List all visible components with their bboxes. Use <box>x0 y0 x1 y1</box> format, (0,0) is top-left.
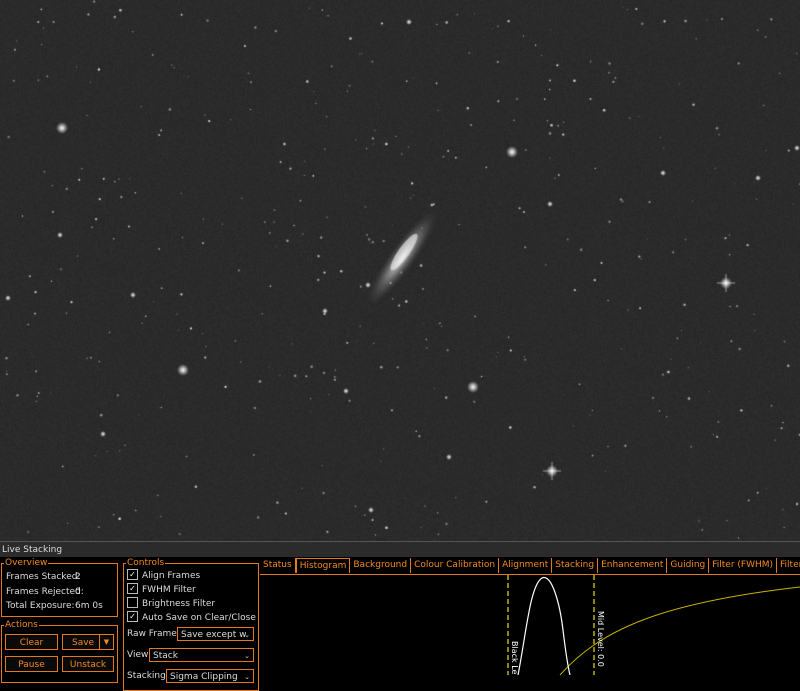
raw-frames-label: Raw Frames <box>127 629 182 639</box>
live-stack-image[interactable] <box>0 0 800 541</box>
fwhm-filter-checkbox[interactable]: ✓ FWHM Filter <box>127 583 196 596</box>
align-frames-check-icon: ✓ <box>127 569 138 580</box>
brightness-filter-checkbox[interactable]: Brightness Filter <box>127 597 216 610</box>
tab-colour-calibration[interactable]: Colour Calibration <box>411 558 500 573</box>
histogram-view[interactable]: Black Le Mid Level: 0.0 <box>260 574 800 675</box>
overview-legend: Overview <box>5 558 48 568</box>
view-label: View <box>127 650 149 660</box>
total-exposure-value: 6m 0s <box>75 601 103 611</box>
view-select[interactable]: Stack ⌄ <box>149 648 254 662</box>
histogram-plot: Black Le Mid Level: 0.0 <box>507 575 800 675</box>
fwhm-filter-check-icon: ✓ <box>127 583 138 594</box>
tab-enhancement[interactable]: Enhancement <box>598 558 668 573</box>
tab-background[interactable]: Background <box>350 558 412 573</box>
chevron-down-icon: ⌄ <box>244 631 250 639</box>
frames-stacked-row: Frames Stacked: 2 <box>6 572 81 582</box>
frames-rejected-label: Frames Rejected: <box>6 587 84 597</box>
tab-status[interactable]: Status <box>260 558 296 573</box>
tab-guiding[interactable]: Guiding <box>667 558 710 573</box>
fwhm-filter-label: FWHM Filter <box>142 585 196 595</box>
frames-rejected-value: 0 <box>75 587 81 597</box>
auto-save-checkbox[interactable]: ✓ Auto Save on Clear/Close <box>127 611 256 624</box>
tab-histogram[interactable]: Histogram <box>295 558 351 573</box>
raw-frames-value: Save except w <box>181 630 247 640</box>
tab-filter-fwhm[interactable]: Filter (FWHM) <box>709 558 778 573</box>
clear-button[interactable]: Clear <box>5 634 58 650</box>
stacking-label: Stacking <box>127 671 166 681</box>
chevron-down-icon: ⌄ <box>244 673 250 681</box>
auto-save-label: Auto Save on Clear/Close <box>142 613 256 623</box>
raw-frames-select[interactable]: Save except w ⌄ <box>177 627 254 641</box>
controls-legend: Controls <box>127 558 165 568</box>
mid-level-label: Mid Level: 0.0 <box>596 611 605 667</box>
save-dropdown-icon[interactable]: ▼ <box>99 635 113 649</box>
view-value: Stack <box>153 651 178 661</box>
histogram-curve <box>517 577 571 675</box>
brightness-filter-label: Brightness Filter <box>142 599 216 609</box>
tab-filter-brightness[interactable]: Filter (Brightness) <box>777 558 800 573</box>
live-stacking-panel: Live Stacking Overview Frames Stacked: 2… <box>0 541 800 691</box>
stacking-select[interactable]: Sigma Clipping ⌄ <box>166 669 254 683</box>
align-frames-label: Align Frames <box>142 571 201 581</box>
unstack-button[interactable]: Unstack <box>62 656 114 672</box>
panel-title: Live Stacking <box>0 541 800 557</box>
chevron-down-icon: ⌄ <box>244 652 250 660</box>
frames-stacked-value: 2 <box>75 572 81 582</box>
tab-bar: Status Histogram Background Colour Calibrat… <box>260 558 800 574</box>
frames-rejected-row: Frames Rejected: 0 <box>6 587 84 597</box>
tab-stacking[interactable]: Stacking <box>552 558 599 573</box>
actions-legend: Actions <box>5 620 38 630</box>
overview-group: Overview Frames Stacked: 2 Frames Reject… <box>1 559 118 617</box>
frames-stacked-label: Frames Stacked: <box>6 572 81 582</box>
tab-alignment[interactable]: Alignment <box>499 558 553 573</box>
controls-group: Controls ✓ Align Frames ✓ FWHM Filter Brig… <box>123 559 259 691</box>
stretch-curve <box>559 586 800 675</box>
auto-save-check-icon: ✓ <box>127 611 138 622</box>
total-exposure-row: Total Exposure: 6m 0s <box>6 601 103 611</box>
align-frames-checkbox[interactable]: ✓ Align Frames <box>127 569 201 582</box>
brightness-filter-box <box>127 597 138 608</box>
save-button-label: Save <box>72 638 95 648</box>
actions-group: Actions Clear Save ▼ Pause Unstack <box>1 621 118 683</box>
stacking-value: Sigma Clipping <box>170 672 238 682</box>
total-exposure-label: Total Exposure: <box>6 601 75 611</box>
save-button[interactable]: Save ▼ <box>62 634 114 650</box>
pause-button[interactable]: Pause <box>5 656 58 672</box>
black-level-label: Black Le <box>510 641 519 675</box>
